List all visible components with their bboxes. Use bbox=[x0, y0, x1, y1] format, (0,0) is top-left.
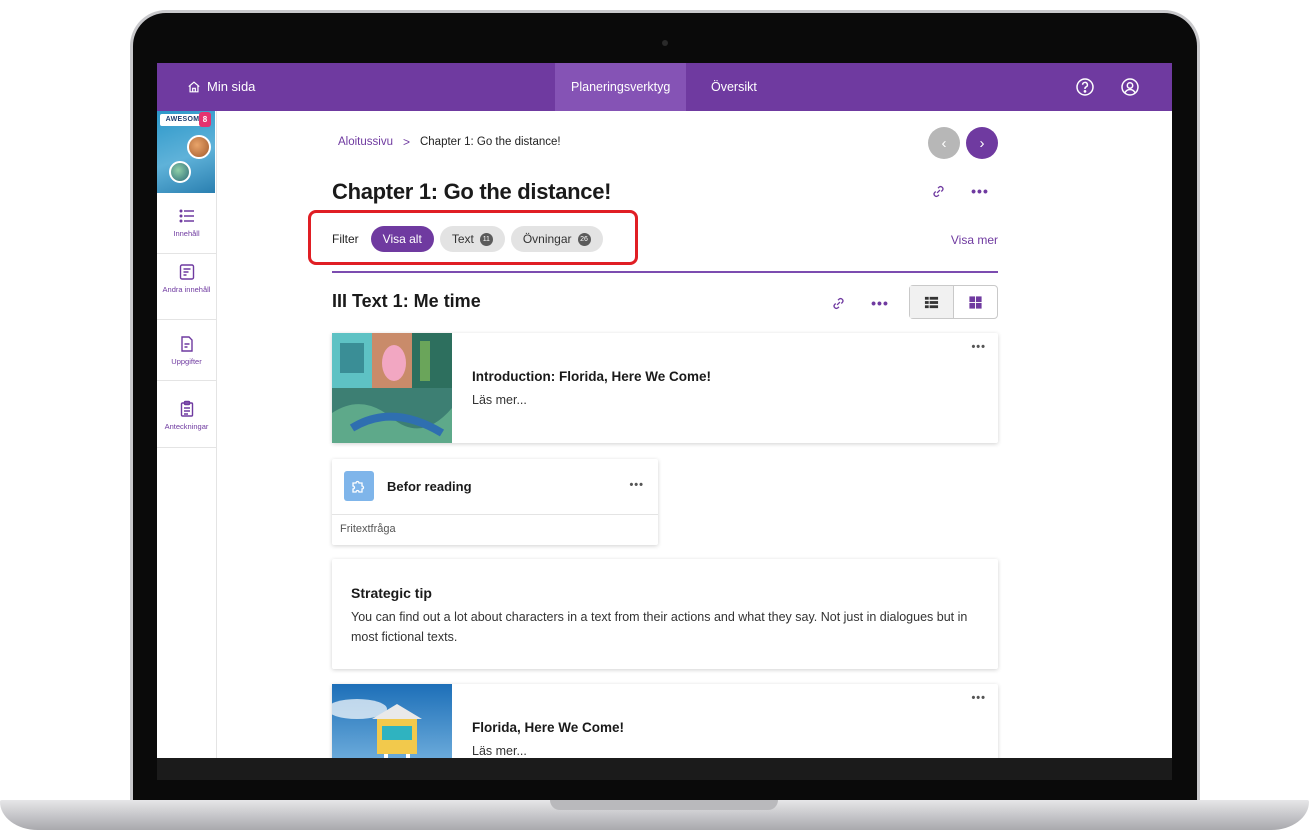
filter-chip-text[interactable]: Text 11 bbox=[439, 226, 505, 252]
content-card-intro[interactable]: Introduction: Florida, Here We Come! Läs… bbox=[332, 333, 998, 443]
card-read-more[interactable]: Läs mer... bbox=[472, 744, 527, 758]
home-label: Min sida bbox=[207, 79, 256, 94]
exercise-more-options-button[interactable]: ••• bbox=[629, 479, 644, 491]
breadcrumb-current: Chapter 1: Go the distance! bbox=[419, 136, 561, 148]
exercise-type-label: Fritextfråga bbox=[340, 523, 396, 535]
filter-chip-label: Visa alt bbox=[382, 232, 422, 246]
book-cover-globe-image bbox=[187, 135, 211, 159]
user-circle-icon[interactable] bbox=[1120, 77, 1140, 97]
clipboard-icon bbox=[180, 400, 193, 417]
view-toggle bbox=[909, 285, 998, 319]
edit-list-icon bbox=[179, 264, 194, 280]
card-read-more[interactable]: Läs mer... bbox=[472, 393, 527, 407]
grid-view-button[interactable] bbox=[954, 286, 997, 318]
book-cover[interactable]: AWESOME 8 bbox=[157, 111, 215, 193]
puzzle-icon bbox=[352, 480, 365, 493]
card-more-options-button[interactable]: ••• bbox=[971, 341, 986, 353]
sidebar-item-andra-innehall[interactable]: Andra innehåll bbox=[157, 263, 216, 320]
section-divider bbox=[332, 271, 998, 273]
filter-chip-count: 11 bbox=[479, 232, 493, 246]
sidebar-item-label: Andra innehåll bbox=[162, 285, 211, 294]
chevron-left-icon: ‹ bbox=[941, 134, 947, 152]
sidebar-item-label: Uppgifter bbox=[171, 357, 202, 366]
filter-chip-label: Övningar bbox=[522, 232, 572, 246]
breadcrumb-separator: > bbox=[402, 135, 410, 149]
list-icon bbox=[179, 209, 194, 223]
more-horizontal-icon: ••• bbox=[629, 479, 644, 491]
section-more-options-button[interactable]: ••• bbox=[868, 293, 892, 313]
tip-body: You can find out a lot about characters … bbox=[351, 610, 968, 644]
camera bbox=[662, 40, 668, 46]
top-navigation-bar: Min sida Planeringsverktyg Översikt bbox=[157, 63, 1172, 111]
link-icon bbox=[832, 297, 844, 309]
home-link[interactable]: Min sida bbox=[187, 79, 255, 94]
page-title: Chapter 1: Go the distance! bbox=[332, 179, 612, 204]
exercise-card-divider bbox=[332, 514, 658, 515]
previous-page-button[interactable]: ‹ bbox=[928, 127, 960, 159]
exercise-title: Befor reading bbox=[387, 479, 472, 494]
more-horizontal-icon: ••• bbox=[971, 692, 986, 704]
laptop-base-notch bbox=[550, 800, 778, 810]
sidebar-item-uppgifter[interactable]: Uppgifter bbox=[157, 335, 216, 381]
book-cover-photo-image bbox=[169, 161, 191, 183]
sidebar: AWESOME 8 Innehåll Andra innehåll Uppgif… bbox=[157, 111, 217, 758]
document-edit-icon bbox=[180, 336, 193, 352]
breadcrumb: Aloitussivu > Chapter 1: Go the distance… bbox=[338, 135, 561, 149]
more-horizontal-icon: ••• bbox=[971, 341, 986, 353]
card-more-options-button[interactable]: ••• bbox=[971, 692, 986, 704]
list-view-button[interactable] bbox=[910, 286, 954, 318]
grid-view-icon bbox=[969, 295, 982, 309]
chevron-right-icon: › bbox=[979, 134, 985, 152]
card-title: Florida, Here We Come! bbox=[472, 720, 625, 735]
question-circle-icon[interactable] bbox=[1075, 77, 1095, 97]
screen-bezel-bottom bbox=[157, 758, 1172, 780]
copy-link-button[interactable] bbox=[928, 181, 948, 201]
breadcrumb-root-link[interactable]: Aloitussivu bbox=[338, 136, 393, 148]
exercise-icon-box bbox=[344, 471, 374, 501]
sidebar-item-anteckningar[interactable]: Anteckningar bbox=[157, 400, 216, 448]
tab-oversikt[interactable]: Översikt bbox=[695, 63, 773, 111]
page-more-options-button[interactable]: ••• bbox=[968, 181, 992, 201]
florida-collage-image bbox=[332, 333, 452, 443]
section-title: III Text 1: Me time bbox=[332, 291, 481, 311]
content-card-florida[interactable]: Florida, Here We Come! Läs mer... ••• bbox=[332, 684, 998, 758]
card-title: Introduction: Florida, Here We Come! bbox=[472, 369, 712, 384]
filter-chip-ovningar[interactable]: Övningar 26 bbox=[510, 226, 603, 252]
strategic-tip-card: Strategic tip You can find out a lot abo… bbox=[332, 559, 998, 669]
tab-planeringsverktyg[interactable]: Planeringsverktyg bbox=[555, 63, 687, 111]
exercise-card[interactable]: Befor reading ••• Fritextfråga bbox=[332, 459, 658, 545]
filter-label: Filter bbox=[332, 232, 359, 246]
filter-chip-visa-alt[interactable]: Visa alt bbox=[370, 226, 434, 252]
list-view-icon bbox=[924, 296, 939, 308]
show-more-link[interactable]: Visa mer bbox=[951, 233, 998, 247]
sidebar-item-innehall[interactable]: Innehåll bbox=[157, 207, 216, 254]
home-icon bbox=[188, 80, 200, 92]
section-copy-link-button[interactable] bbox=[828, 293, 848, 313]
sidebar-item-label: Anteckningar bbox=[164, 422, 209, 431]
next-page-button[interactable]: › bbox=[966, 127, 998, 159]
filter-chip-count: 26 bbox=[577, 232, 591, 246]
sidebar-item-label: Innehåll bbox=[173, 229, 200, 238]
app-screen: Min sida Planeringsverktyg Översikt AWES… bbox=[157, 63, 1172, 758]
link-icon bbox=[932, 185, 944, 197]
more-horizontal-icon: ••• bbox=[871, 295, 889, 311]
filter-chip-label: Text bbox=[451, 232, 474, 246]
book-cover-badge: 8 bbox=[199, 112, 211, 127]
tip-title: Strategic tip bbox=[351, 585, 432, 601]
filter-bar: Filter Visa alt Text 11 Övningar 26 bbox=[332, 226, 603, 252]
more-horizontal-icon: ••• bbox=[971, 183, 989, 199]
lifeguard-tower-image bbox=[332, 684, 452, 758]
